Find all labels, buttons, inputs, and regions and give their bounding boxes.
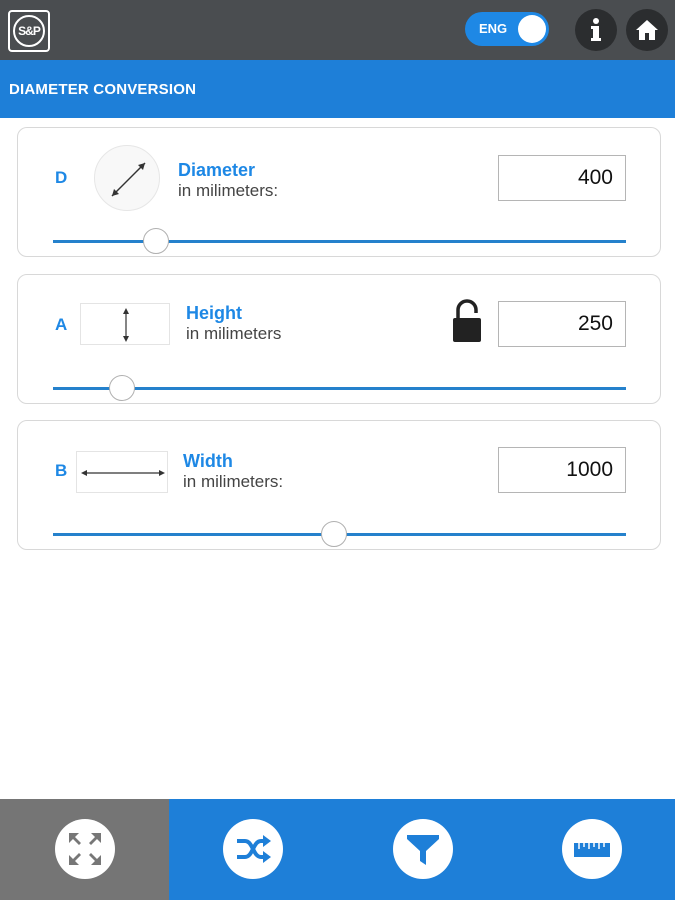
top-bar: S&P ENG	[0, 0, 675, 60]
toggle-knob	[518, 15, 546, 43]
height-card: A Height in milimeters 250	[17, 274, 661, 404]
width-sublabel: in milimeters:	[183, 472, 284, 491]
bottom-nav	[0, 799, 675, 900]
title-bar: DIAMETER CONVERSION	[0, 60, 675, 118]
width-card: B Width in milimeters: 1000	[17, 420, 661, 550]
diameter-card: D Diameter in milimeters: 400	[17, 127, 661, 257]
home-icon	[636, 20, 658, 40]
height-input[interactable]: 250	[498, 301, 626, 347]
language-label: ENG	[479, 21, 508, 36]
diameter-label: Diameter	[178, 160, 256, 180]
expand-icon	[69, 833, 101, 865]
vertical-arrow-icon	[80, 303, 170, 345]
filter-icon	[407, 835, 439, 865]
expand-button[interactable]	[55, 819, 115, 879]
ruler-button[interactable]	[562, 819, 622, 879]
height-sublabel: in milimeters	[186, 324, 282, 343]
field-letter: A	[55, 315, 68, 334]
info-button[interactable]	[575, 9, 617, 51]
diagonal-arrow-icon	[94, 145, 160, 211]
unlocked-padlock-icon[interactable]	[452, 299, 482, 348]
language-toggle[interactable]: ENG	[465, 12, 549, 46]
horizontal-arrow-icon	[76, 451, 168, 493]
height-slider-thumb[interactable]	[108, 375, 135, 401]
field-letter: B	[55, 461, 68, 480]
ruler-icon	[574, 843, 610, 857]
diameter-slider-thumb[interactable]	[143, 228, 170, 254]
logo-text: S&P	[13, 15, 45, 47]
page-title: DIAMETER CONVERSION	[9, 81, 197, 98]
width-input[interactable]: 1000	[498, 447, 626, 493]
info-icon	[591, 18, 601, 41]
shuffle-button[interactable]	[223, 819, 283, 879]
width-label: Width	[183, 451, 233, 471]
diameter-input[interactable]: 400	[498, 155, 626, 201]
app-logo: S&P	[8, 10, 50, 52]
diameter-sublabel: in milimeters:	[178, 181, 279, 200]
diameter-slider-track[interactable]	[53, 240, 626, 243]
height-label: Height	[186, 303, 242, 323]
filter-button[interactable]	[393, 819, 453, 879]
field-letter: D	[55, 168, 68, 187]
height-slider-track[interactable]	[53, 387, 626, 390]
home-button[interactable]	[626, 9, 668, 51]
shuffle-icon	[237, 835, 271, 863]
width-slider-thumb[interactable]	[320, 521, 347, 547]
